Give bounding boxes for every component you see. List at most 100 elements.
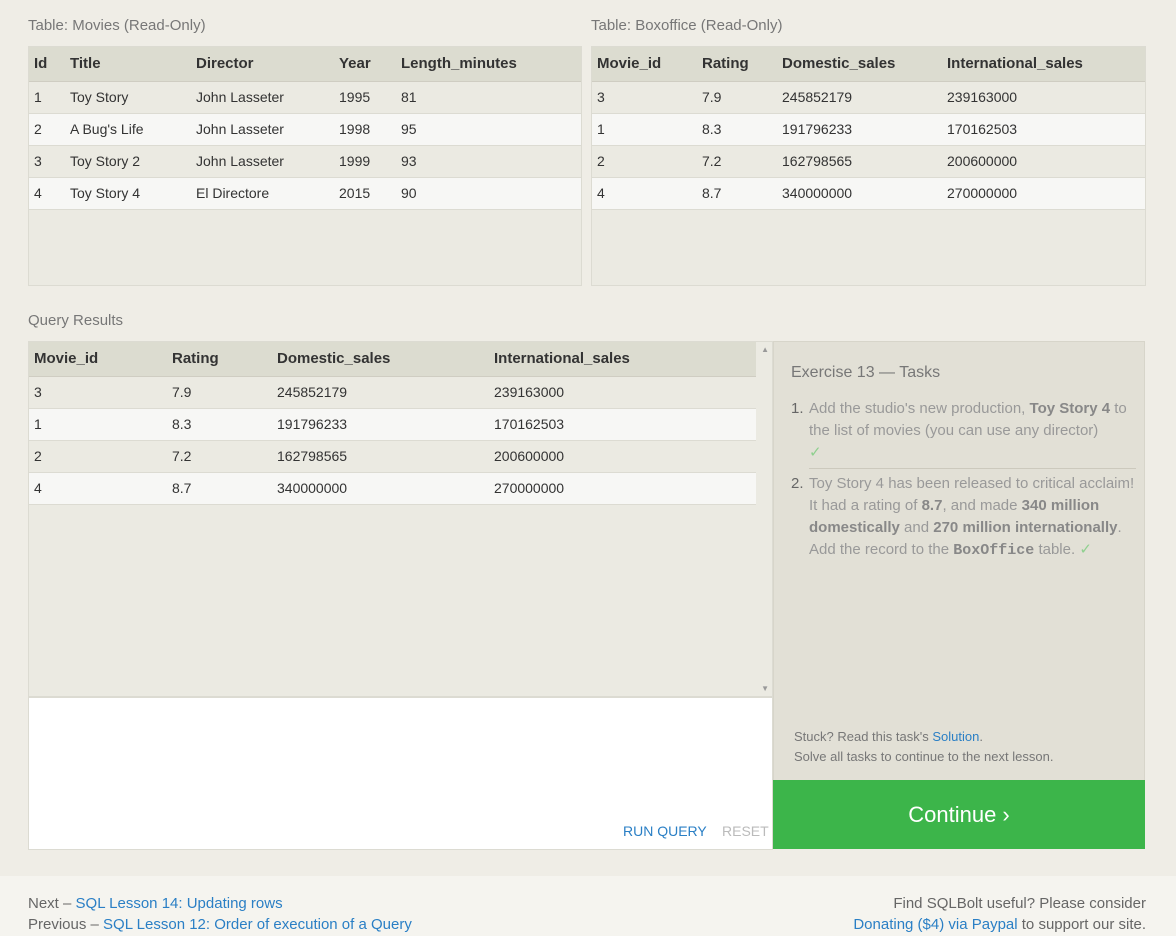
column-header: Movie_id	[29, 342, 167, 377]
table-row: 4 8.7 340000000 270000000	[29, 472, 756, 505]
footer-nav: Next – SQL Lesson 14: Updating rows Prev…	[28, 893, 412, 935]
column-header: Director	[191, 47, 334, 82]
table-cell: A Bug's Life	[65, 113, 191, 146]
table-cell: 8.7	[167, 472, 272, 505]
table-cell: 191796233	[272, 408, 489, 441]
table-cell: 3	[592, 81, 697, 114]
table-cell: 8.3	[167, 408, 272, 441]
table-cell: 1998	[334, 113, 396, 146]
table-row: 1 Toy Story John Lasseter 1995 81	[29, 81, 581, 114]
task-2: 2. Toy Story 4 has been released to crit…	[791, 473, 1136, 562]
task-number: 1.	[791, 400, 804, 417]
continue-button[interactable]: Continue ›	[773, 780, 1145, 849]
tasks-panel: Exercise 13 — Tasks 1. Add the studio's …	[773, 341, 1145, 781]
table-cell: 162798565	[777, 145, 942, 178]
query-results-caption: Query Results	[28, 312, 124, 329]
donate-text-end: to support our site.	[1017, 916, 1146, 933]
table-row: 1 8.3 191796233 170162503	[592, 113, 1145, 146]
table-cell: 2	[29, 113, 65, 146]
task-text: , and made	[942, 497, 1022, 514]
table-cell: 245852179	[777, 81, 942, 114]
movies-table: Id Title Director Year Length_minutes 1 …	[28, 46, 582, 286]
task-number: 2.	[791, 475, 804, 492]
table-cell: 7.2	[167, 440, 272, 473]
column-header: Domestic_sales	[777, 47, 942, 82]
table-row: 4 8.7 340000000 270000000	[592, 177, 1145, 210]
task-text: table.	[1034, 541, 1080, 558]
footer: Next – SQL Lesson 14: Updating rows Prev…	[0, 876, 1176, 936]
table-row: 1 8.3 191796233 170162503	[29, 408, 756, 441]
column-header: Title	[65, 47, 191, 82]
table-header-row: Id Title Director Year Length_minutes	[29, 47, 581, 82]
table-cell: 2015	[334, 177, 396, 210]
table-cell: 340000000	[777, 177, 942, 210]
column-header: Rating	[697, 47, 777, 82]
next-lesson-link[interactable]: SQL Lesson 14: Updating rows	[76, 895, 283, 912]
table-cell: 191796233	[777, 113, 942, 146]
table-cell: 81	[396, 81, 581, 114]
stuck-text: Stuck? Read this task's	[794, 729, 933, 744]
footer-donate: Find SQLBolt useful? Please consider Don…	[853, 893, 1146, 935]
table-cell: 7.9	[697, 81, 777, 114]
table-row: 2 7.2 162798565 200600000	[29, 440, 756, 473]
table-row: 3 7.9 245852179 239163000	[592, 81, 1145, 114]
reset-button[interactable]: RESET	[722, 823, 769, 839]
movies-table-caption: Table: Movies (Read-Only)	[28, 17, 206, 34]
run-query-button[interactable]: RUN QUERY	[623, 823, 707, 839]
column-header: Id	[29, 47, 65, 82]
table-cell: 2	[592, 145, 697, 178]
table-cell: 200600000	[942, 145, 1145, 178]
task-bold-text: 8.7	[921, 497, 943, 514]
task-text: Add the studio's new production,	[809, 400, 1030, 417]
task-text: and	[899, 519, 934, 536]
table-cell: El Directore	[191, 177, 334, 210]
table-cell: 1	[592, 113, 697, 146]
table-row: 4 Toy Story 4 El Directore 2015 90	[29, 177, 581, 210]
table-cell: 1999	[334, 145, 396, 178]
table-cell: 7.2	[697, 145, 777, 178]
stuck-hint: Stuck? Read this task's Solution. Solve …	[794, 727, 1053, 767]
table-cell: Toy Story 2	[65, 145, 191, 178]
donate-text: Find SQLBolt useful? Please consider	[893, 895, 1146, 912]
table-header-row: Movie_id Rating Domestic_sales Internati…	[592, 47, 1145, 82]
task-bold-text: 270 million internationally	[933, 519, 1118, 536]
sql-editor[interactable]: RUN QUERY RESET	[28, 697, 773, 850]
query-results-table[interactable]: Movie_id Rating Domestic_sales Internati…	[28, 341, 773, 697]
column-header: Domestic_sales	[272, 342, 489, 377]
prev-lesson-link[interactable]: SQL Lesson 12: Order of execution of a Q…	[103, 916, 412, 933]
donate-link[interactable]: Donating ($4) via Paypal	[853, 916, 1017, 933]
stuck-text-end: .	[979, 729, 983, 744]
table-cell: 1	[29, 81, 65, 114]
table-row: 3 7.9 245852179 239163000	[29, 376, 756, 409]
table-cell: 7.9	[167, 376, 272, 409]
table-cell: John Lasseter	[191, 81, 334, 114]
table-cell: 8.7	[697, 177, 777, 210]
check-icon: ✓	[809, 444, 822, 461]
table-cell: 95	[396, 113, 581, 146]
solve-all-text: Solve all tasks to continue to the next …	[794, 749, 1054, 764]
task-1: 1. Add the studio's new production, Toy …	[791, 398, 1136, 464]
column-header: Year	[334, 47, 396, 82]
table-row: 2 7.2 162798565 200600000	[592, 145, 1145, 178]
table-cell: 93	[396, 145, 581, 178]
column-header: International_sales	[942, 47, 1145, 82]
scroll-down-icon[interactable]: ▼	[761, 684, 769, 693]
table-cell: 239163000	[942, 81, 1145, 114]
table-cell: 170162503	[942, 113, 1145, 146]
exercise-title: Exercise 13 — Tasks	[791, 364, 941, 381]
scroll-up-icon[interactable]: ▲	[761, 345, 769, 354]
table-cell: 3	[29, 145, 65, 178]
boxoffice-table: Movie_id Rating Domestic_sales Internati…	[591, 46, 1146, 286]
table-cell: 4	[592, 177, 697, 210]
column-header: Movie_id	[592, 47, 697, 82]
table-cell: 2	[29, 440, 167, 473]
solution-link[interactable]: Solution	[932, 729, 979, 744]
table-cell: 8.3	[697, 113, 777, 146]
column-header: Length_minutes	[396, 47, 581, 82]
column-header: International_sales	[489, 342, 756, 377]
table-cell: 90	[396, 177, 581, 210]
task-bold-text: Toy Story 4	[1029, 400, 1111, 417]
next-prefix: Next –	[28, 895, 76, 912]
table-cell: John Lasseter	[191, 145, 334, 178]
table-cell: 170162503	[489, 408, 756, 441]
